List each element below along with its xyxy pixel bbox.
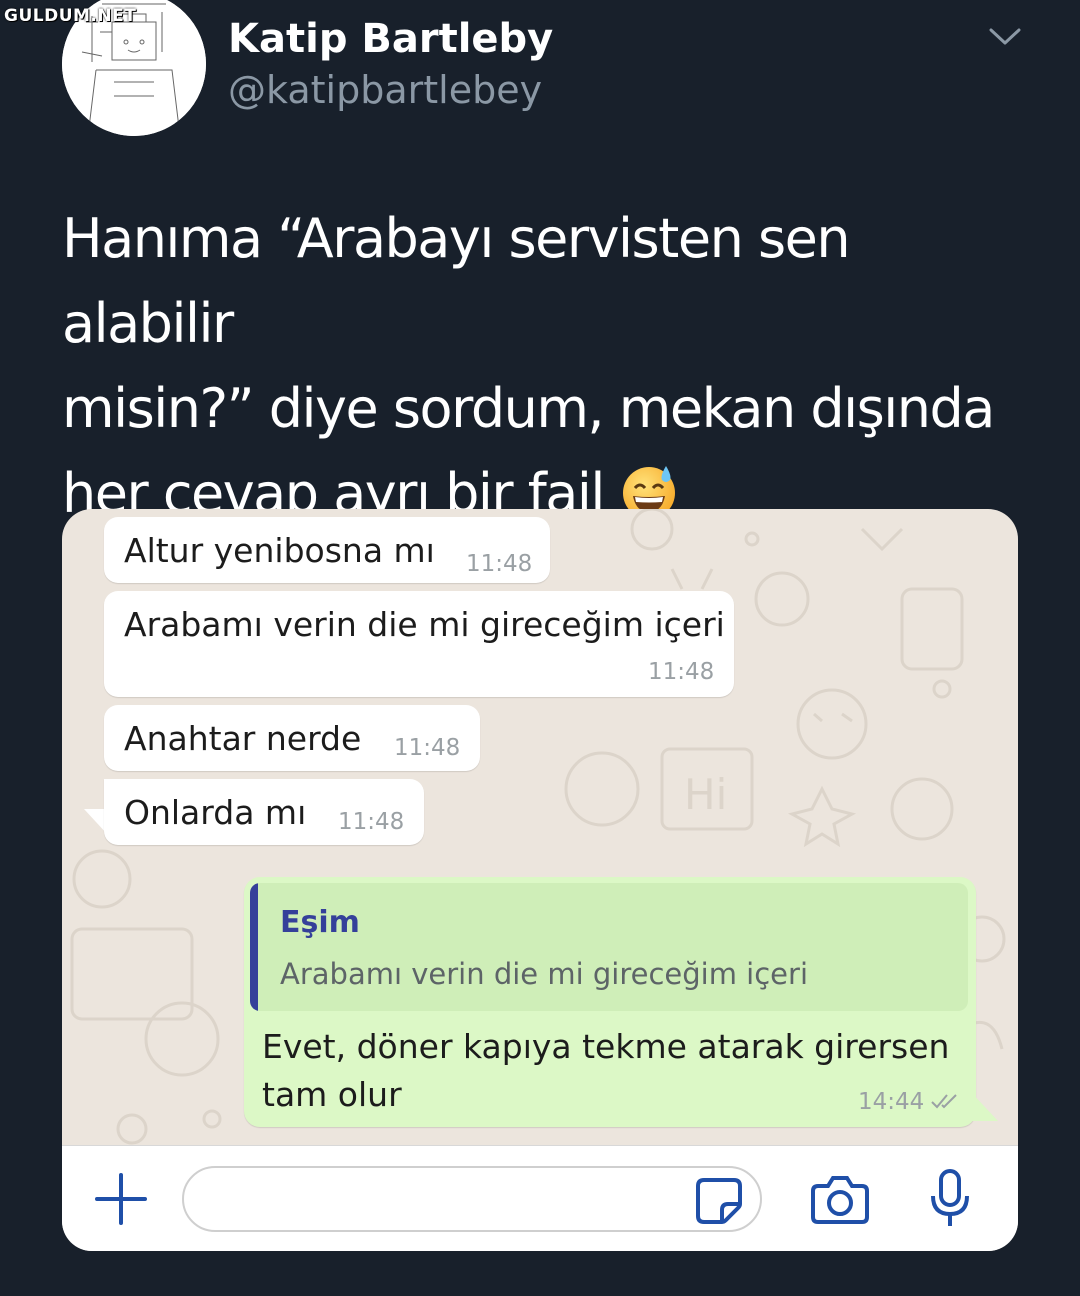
incoming-message[interactable]: Arabamı verin die mi gireceğim içeri 11:… bbox=[104, 591, 734, 697]
message-input-bar bbox=[62, 1145, 1018, 1251]
user-handle[interactable]: @katipbartlebey bbox=[228, 68, 542, 112]
message-text: Evet, döner kapıya tekme atarak girersen… bbox=[262, 1027, 950, 1114]
message-time: 11:48 bbox=[466, 551, 533, 577]
incoming-message[interactable]: Anahtar nerde 11:48 bbox=[104, 705, 480, 771]
message-text: Anahtar nerde bbox=[124, 719, 362, 758]
message-time: 11:48 bbox=[394, 735, 461, 761]
bubble-tail bbox=[970, 1091, 998, 1121]
message-text: Arabamı verin die mi gireceğim içeri bbox=[124, 605, 725, 644]
svg-text:Hi: Hi bbox=[684, 770, 727, 819]
quote-author: Eşim bbox=[280, 905, 360, 940]
tweet-text-line: Hanıma “Arabayı servisten sen alabilir bbox=[62, 207, 851, 355]
incoming-message[interactable]: Onlarda mı 11:48 bbox=[104, 779, 424, 845]
display-name[interactable]: Katip Bartleby bbox=[228, 16, 553, 62]
outgoing-message[interactable]: Eşim Arabamı verin die mi gireceğim içer… bbox=[244, 877, 976, 1127]
chevron-down-icon[interactable] bbox=[988, 26, 1022, 48]
tweet-text: Hanıma “Arabayı servisten sen alabilir m… bbox=[62, 196, 1022, 536]
message-text: Onlarda mı bbox=[124, 793, 307, 832]
quote-text: Arabamı verin die mi gireceğim içeri bbox=[280, 957, 809, 991]
message-time: 11:48 bbox=[338, 809, 405, 835]
tweet-text-line: misin?” diye sordum, mekan dışında bbox=[62, 377, 995, 440]
camera-icon[interactable] bbox=[810, 1172, 870, 1226]
chat-screenshot: Hi Altur yenibosna mı 11:48 Arabamı veri… bbox=[62, 509, 1018, 1251]
message-text: Altur yenibosna mı bbox=[124, 531, 435, 570]
sticker-icon[interactable] bbox=[694, 1176, 744, 1226]
double-check-icon bbox=[931, 1094, 957, 1109]
plus-icon[interactable] bbox=[92, 1170, 150, 1228]
quoted-message[interactable]: Eşim Arabamı verin die mi gireceğim içer… bbox=[250, 883, 968, 1011]
message-time: 11:48 bbox=[648, 659, 715, 685]
quote-accent-bar bbox=[250, 883, 258, 1011]
watermark: GULDUM.NET bbox=[4, 6, 137, 26]
message-time: 14:44 bbox=[858, 1089, 925, 1115]
message-input[interactable] bbox=[182, 1166, 762, 1232]
incoming-message[interactable]: Altur yenibosna mı 11:48 bbox=[104, 517, 550, 583]
microphone-icon[interactable] bbox=[928, 1168, 972, 1230]
